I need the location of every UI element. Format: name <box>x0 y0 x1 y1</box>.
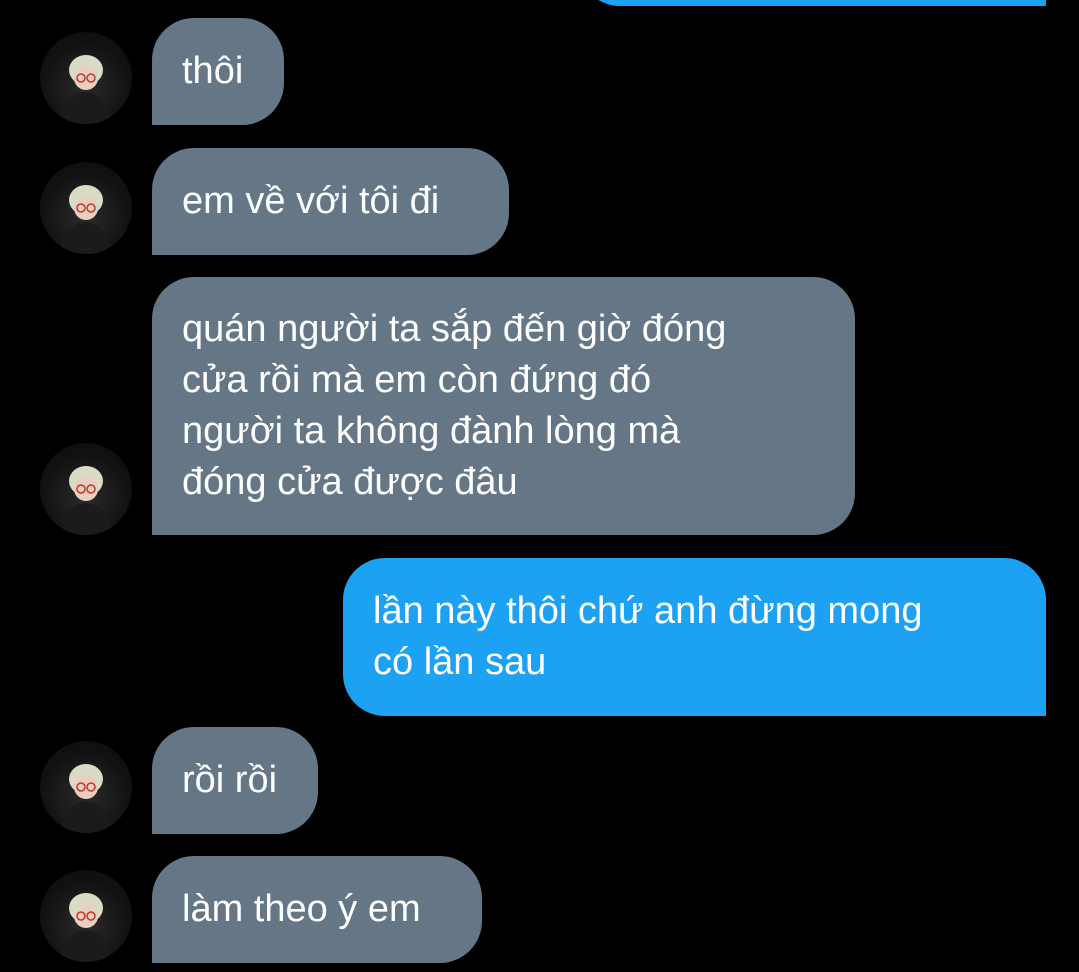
message-text: em về với tôi đi <box>182 180 440 222</box>
sender-avatar[interactable] <box>40 870 132 962</box>
outgoing-message-bubble[interactable]: lần này thôi chứ anh đừng mong có lần sa… <box>343 558 1046 716</box>
message-text: rồi rồi <box>182 759 278 801</box>
message-text: làm theo ý em <box>182 888 421 930</box>
sender-avatar[interactable] <box>40 162 132 254</box>
profile-avatar-icon <box>60 55 112 124</box>
previous-outgoing-message-bubble[interactable] <box>578 0 1046 6</box>
message-text: lần này thôi chứ anh đừng mong có lần sa… <box>373 590 923 683</box>
profile-avatar-icon <box>60 893 112 962</box>
incoming-message-bubble[interactable]: quán người ta sắp đến giờ đóng cửa rồi m… <box>152 277 855 535</box>
incoming-message-bubble[interactable]: rồi rồi <box>152 727 318 834</box>
message-text: thôi <box>182 50 244 92</box>
message-text: quán người ta sắp đến giờ đóng cửa rồi m… <box>182 308 727 503</box>
profile-avatar-icon <box>60 466 112 535</box>
sender-avatar[interactable] <box>40 32 132 124</box>
incoming-message-bubble[interactable]: em về với tôi đi <box>152 148 509 255</box>
profile-avatar-icon <box>60 764 112 833</box>
sender-avatar[interactable] <box>40 741 132 833</box>
sender-avatar[interactable] <box>40 443 132 535</box>
profile-avatar-icon <box>60 185 112 254</box>
incoming-message-bubble[interactable]: làm theo ý em <box>152 856 482 963</box>
incoming-message-bubble[interactable]: thôi <box>152 18 284 125</box>
